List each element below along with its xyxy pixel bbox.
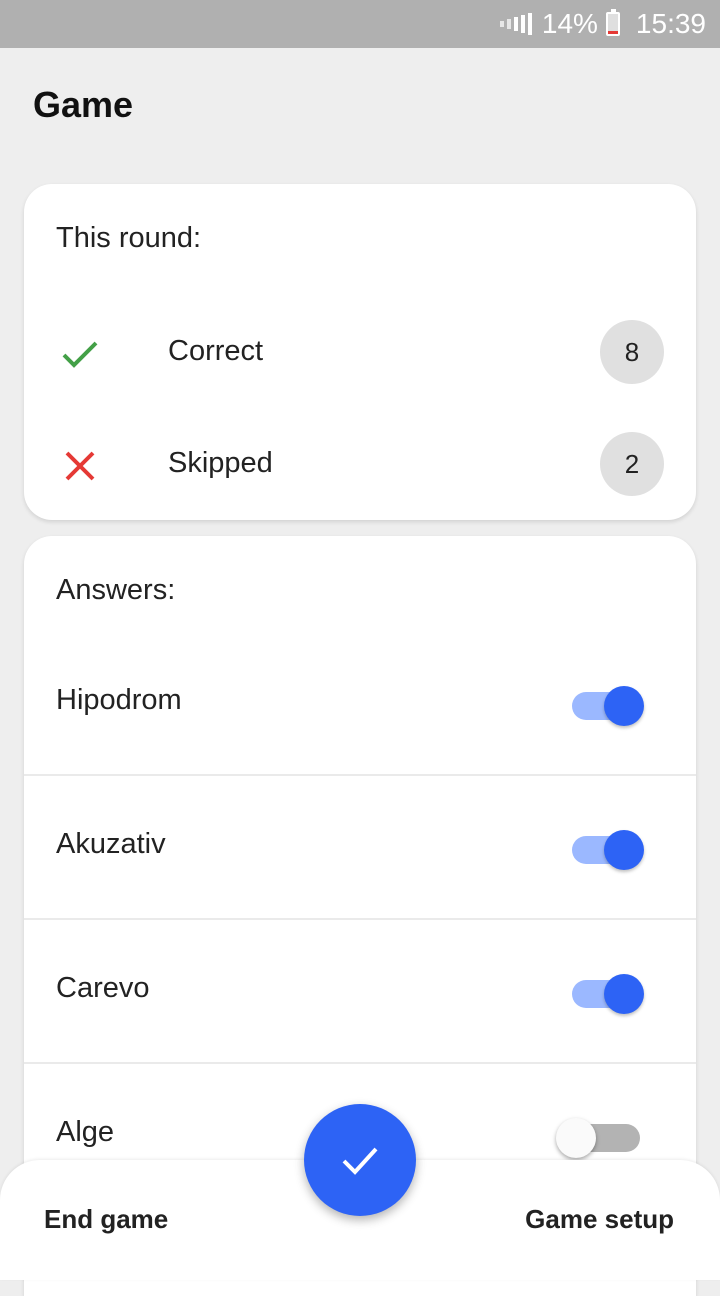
answers-heading: Answers: [56, 574, 176, 606]
correct-count-badge: 8 [600, 320, 664, 384]
answer-toggle[interactable] [572, 684, 644, 726]
round-heading: This round: [56, 222, 202, 254]
battery-percent: 14% [541, 8, 598, 39]
answer-row[interactable]: Hipodrom [24, 632, 696, 776]
battery-icon [605, 9, 620, 36]
answer-label: Carevo [56, 972, 150, 1004]
correct-row: Correct 8 [24, 320, 696, 384]
game-setup-button[interactable]: Game setup [525, 1204, 674, 1235]
answer-toggle[interactable] [572, 828, 644, 870]
answer-row[interactable]: Carevo [24, 920, 696, 1064]
page-title: Game [33, 84, 134, 125]
end-game-button[interactable]: End game [44, 1204, 168, 1235]
check-icon [62, 341, 98, 368]
skipped-count-badge: 2 [600, 432, 664, 496]
correct-label: Correct [168, 335, 264, 367]
answer-row[interactable]: Akuzativ [24, 776, 696, 920]
skipped-row: Skipped 2 [24, 432, 696, 496]
check-icon [342, 1147, 378, 1175]
close-icon [65, 451, 95, 481]
clock: 15:39 [635, 8, 706, 39]
confirm-fab[interactable] [304, 1104, 416, 1216]
answer-toggle[interactable] [572, 972, 644, 1014]
answer-label: Akuzativ [56, 828, 166, 860]
skipped-label: Skipped [168, 447, 273, 479]
round-summary-card: This round: Correct 8 Skipped 2 [24, 184, 696, 520]
status-bar: 14% 15:39 [0, 0, 720, 48]
answer-label: Hipodrom [56, 684, 182, 716]
answer-label: Alge [56, 1116, 115, 1148]
signal-icon [499, 13, 532, 35]
answer-toggle[interactable] [556, 1116, 640, 1158]
